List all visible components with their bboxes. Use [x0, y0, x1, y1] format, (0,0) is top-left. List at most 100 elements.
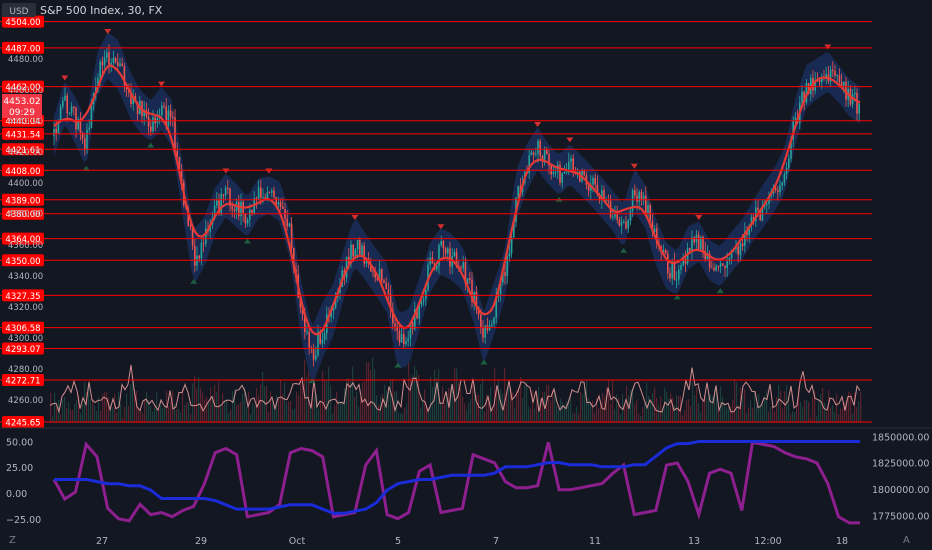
volume-bar: [772, 405, 774, 423]
time-tick: 13: [688, 536, 700, 547]
volume-bar: [654, 387, 656, 423]
volume-bar: [442, 386, 444, 423]
volume-bar: [792, 411, 794, 423]
candle-body: [530, 152, 533, 156]
chart-title: S&P 500 Index, 30, FX: [40, 4, 163, 17]
volume-bar: [672, 397, 674, 423]
volume-bar: [738, 406, 740, 423]
volume-bar: [334, 405, 336, 423]
volume-bar: [154, 407, 156, 423]
volume-bar: [358, 407, 360, 423]
volume-bar: [788, 402, 790, 423]
volume-bar: [152, 412, 154, 423]
volume-bar: [818, 400, 820, 423]
volume-bar: [478, 395, 480, 423]
candle-body: [73, 106, 75, 108]
volume-bar: [208, 402, 210, 423]
candle-body: [308, 331, 310, 348]
volume-bar: [160, 401, 162, 423]
candle-body: [68, 112, 71, 114]
last-price: 4453.02: [3, 97, 40, 107]
candle-body: [306, 331, 308, 333]
volume-bar: [370, 370, 372, 423]
candle-body: [422, 298, 425, 301]
candle-body: [202, 242, 205, 244]
time-tick: 29: [195, 536, 207, 547]
candle-body: [277, 202, 280, 205]
candle-body: [504, 271, 506, 276]
volume-bar: [492, 407, 494, 423]
candle-body: [462, 262, 464, 269]
chart-stage[interactable]: 4504.004487.004462.004440.044431.544421.…: [0, 0, 932, 550]
volume-bar: [548, 384, 550, 423]
auto-scale-icon[interactable]: A: [903, 535, 910, 546]
volume-bar: [444, 402, 446, 423]
volume-bar: [306, 377, 308, 423]
volume-bar: [858, 401, 860, 423]
volume-bar: [294, 408, 296, 423]
last-price-badge[interactable]: 4453.02 09:29: [2, 94, 42, 118]
candle-body: [150, 126, 152, 132]
candle-body: [66, 95, 68, 114]
volume-bar: [342, 401, 344, 423]
candle-body: [425, 289, 427, 299]
volume-bar: [650, 401, 652, 423]
volume-bar: [146, 392, 148, 423]
volume-bar: [288, 401, 290, 423]
volume-bar: [504, 367, 506, 423]
candle-body: [565, 171, 568, 173]
candle-body: [200, 242, 203, 259]
volume-bar: [300, 379, 302, 423]
volume-bar: [132, 380, 134, 423]
volume-bar: [560, 398, 562, 423]
candle-body: [506, 256, 508, 276]
volume-bar: [736, 382, 738, 423]
volume-bar: [584, 387, 586, 423]
candle-body: [251, 210, 253, 214]
candle-body: [385, 282, 387, 289]
candle-body: [246, 219, 249, 224]
volume-bar: [50, 392, 52, 423]
candle-body: [854, 93, 856, 95]
candle-body: [623, 221, 625, 223]
volume-bar: [598, 408, 600, 423]
candle-body: [381, 269, 383, 281]
volume-bar: [328, 367, 330, 423]
volume-bar: [158, 409, 160, 423]
candle-body: [266, 192, 269, 199]
volume-bar: [352, 366, 354, 423]
time-tick: 5: [395, 536, 401, 547]
volume-bar: [826, 411, 828, 423]
volume-bar: [804, 400, 806, 423]
volume-bar: [432, 387, 434, 423]
level-label: 4327.35: [5, 292, 40, 302]
candle-body: [363, 245, 365, 264]
volume-bar: [624, 405, 626, 423]
volume-bar: [266, 386, 268, 423]
volume-bar: [424, 389, 426, 423]
candle-body: [323, 333, 326, 340]
candle-body: [119, 63, 121, 66]
candle-body: [594, 178, 596, 185]
volume-bar: [542, 392, 544, 423]
candle-body: [273, 190, 275, 198]
candle-body: [224, 187, 227, 196]
volume-bar: [734, 380, 736, 423]
volume-bar: [760, 406, 762, 423]
candle-body: [493, 317, 495, 325]
candle-body: [405, 341, 407, 345]
volume-bar: [272, 400, 274, 423]
candle-body: [222, 194, 225, 196]
candle-body: [257, 187, 260, 200]
candle-body: [537, 141, 539, 154]
volume-bar: [112, 407, 114, 423]
candle-body: [84, 138, 86, 151]
volume-bar: [832, 405, 834, 423]
volume-bar: [824, 402, 826, 423]
oscillator-tick: 25.00: [6, 463, 33, 474]
volume-bar: [232, 391, 234, 423]
volume-bar: [340, 401, 342, 423]
candle-body: [640, 191, 643, 200]
candle-body: [216, 200, 218, 206]
zoom-icon[interactable]: Z: [9, 535, 16, 546]
